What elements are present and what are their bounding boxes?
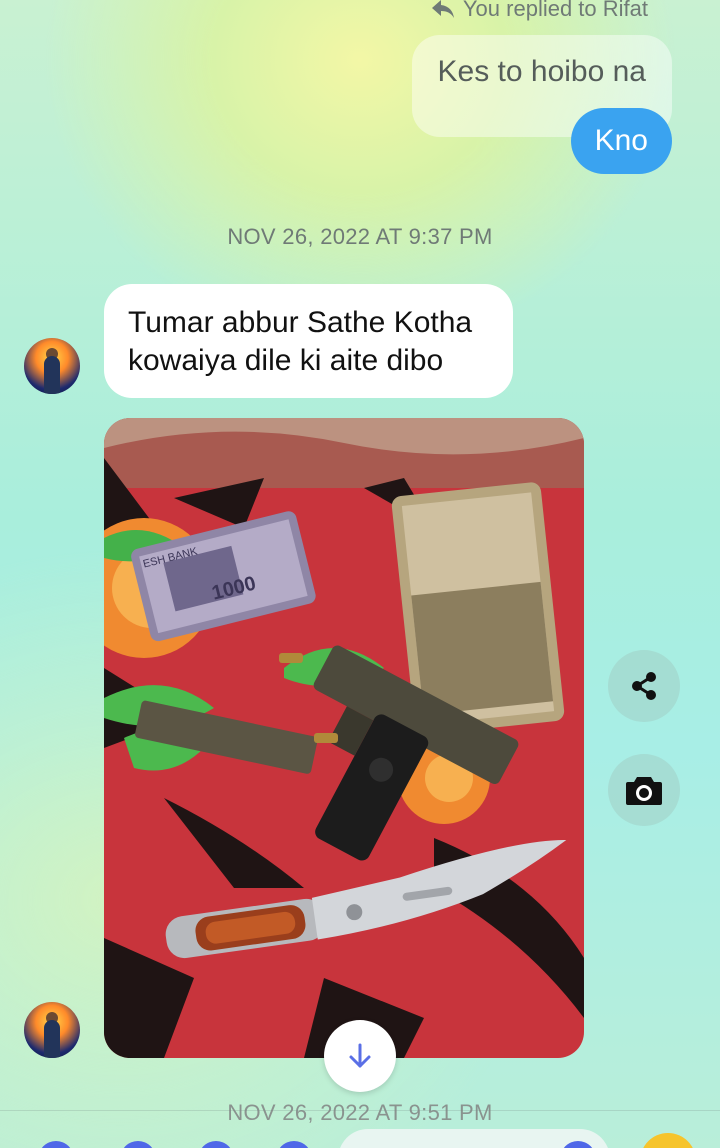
avatar[interactable] bbox=[24, 338, 80, 394]
save-photo-button[interactable] bbox=[608, 754, 680, 826]
their-message-text: Tumar abbur Sathe Kotha kowaiya dile ki … bbox=[128, 306, 473, 377]
gallery-icon[interactable] bbox=[198, 1141, 234, 1148]
avatar-figure-body bbox=[44, 1020, 60, 1058]
share-button[interactable] bbox=[608, 650, 680, 722]
reply-indicator-text: You replied to Rifat bbox=[462, 0, 648, 21]
reply-icon bbox=[431, 0, 454, 18]
avatar[interactable] bbox=[24, 1002, 80, 1058]
camera-icon[interactable] bbox=[120, 1141, 156, 1148]
arrow-down-icon bbox=[349, 1043, 371, 1068]
message-composer bbox=[0, 1110, 720, 1148]
message-timestamp: NOV 26, 2022 AT 9:37 PM bbox=[227, 224, 493, 249]
reply-indicator: You replied to Rifat bbox=[431, 0, 648, 22]
share-icon bbox=[632, 672, 656, 700]
camera-icon bbox=[626, 777, 662, 805]
replied-message-text: Kes to hoibo na bbox=[437, 55, 647, 88]
mic-icon[interactable] bbox=[276, 1141, 312, 1148]
my-message-bubble[interactable]: Kno bbox=[570, 108, 672, 174]
photo-image: 1000 ESH BANK bbox=[104, 418, 584, 1058]
emoji-icon[interactable] bbox=[640, 1133, 696, 1148]
avatar-figure-body bbox=[44, 356, 60, 394]
scroll-to-bottom-button[interactable] bbox=[324, 1020, 396, 1092]
my-message-text: Kno bbox=[594, 124, 648, 157]
menu-icon[interactable] bbox=[38, 1141, 74, 1148]
photo-attachment[interactable]: 1000 ESH BANK bbox=[104, 418, 584, 1058]
their-message-bubble[interactable]: Tumar abbur Sathe Kotha kowaiya dile ki … bbox=[104, 284, 513, 398]
